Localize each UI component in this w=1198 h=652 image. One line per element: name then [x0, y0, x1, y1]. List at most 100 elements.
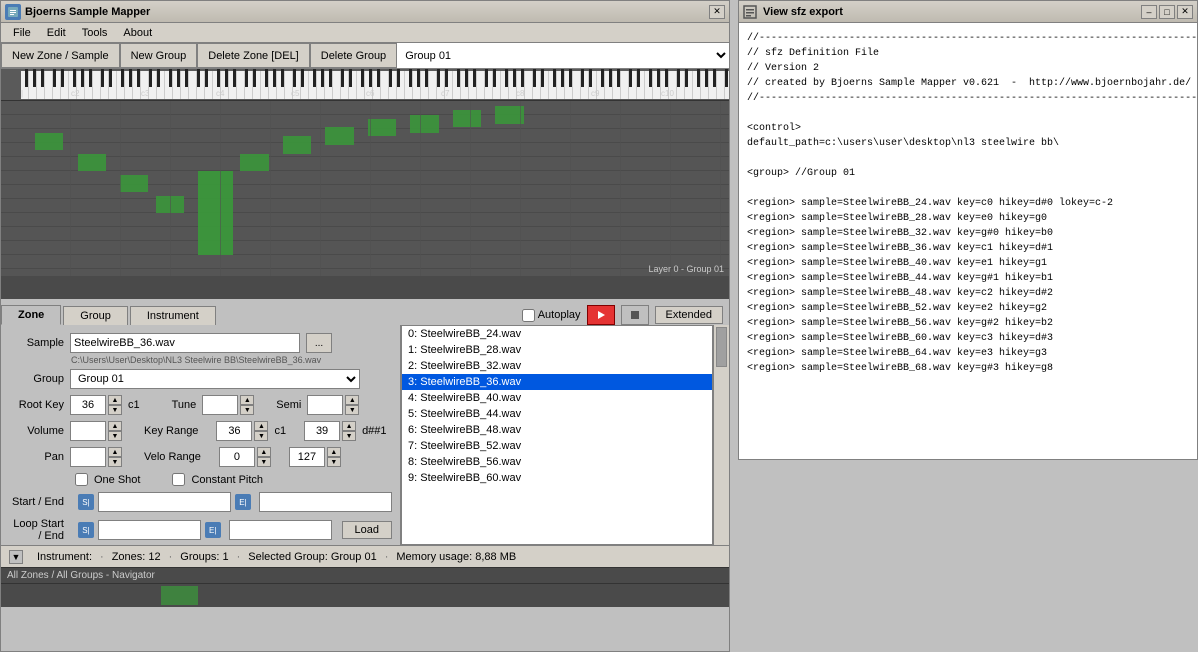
pan-spinbtns: ▲ ▼	[108, 447, 122, 467]
start-icon[interactable]: S|	[78, 494, 94, 510]
volume-up[interactable]: ▲	[108, 421, 122, 431]
stop-button[interactable]	[621, 305, 649, 325]
velo-to-down[interactable]: ▼	[327, 457, 341, 467]
end-input[interactable]	[259, 492, 392, 512]
start-end-section: Start / End S| E| Loop Start / End S| E|…	[9, 492, 392, 542]
constant-pitch-checkbox[interactable]	[172, 473, 185, 486]
sample-item[interactable]: 4: SteelwireBB_40.wav	[402, 390, 712, 406]
velo-from-up[interactable]: ▲	[257, 447, 271, 457]
loop-start-icon[interactable]: S|	[78, 522, 94, 538]
root-key-input[interactable]	[70, 395, 106, 415]
extended-button[interactable]: Extended	[655, 306, 723, 324]
sfz-minimize-button[interactable]: –	[1141, 5, 1157, 19]
root-key-note: c1	[128, 399, 140, 411]
tab-bar: Zone Group Instrument Autoplay Extended	[1, 299, 729, 325]
autoplay-label: Autoplay	[538, 309, 581, 321]
navigator-content[interactable]	[1, 584, 729, 607]
velo-from-down[interactable]: ▼	[257, 457, 271, 467]
sample-browse-button[interactable]: ...	[306, 333, 332, 353]
zone-grid[interactable]: Layer 0 - Group 01	[1, 101, 729, 276]
app-title: Bjoerns Sample Mapper	[25, 6, 709, 18]
loop-end-input[interactable]	[229, 520, 332, 540]
sample-item[interactable]: 9: SteelwireBB_60.wav	[402, 470, 712, 486]
autoplay-checkbox[interactable]	[522, 309, 535, 322]
new-zone-button[interactable]: New Zone / Sample	[1, 43, 120, 68]
menu-tools[interactable]: Tools	[74, 25, 116, 41]
group-row: Group Group 01	[9, 369, 392, 389]
semi-up[interactable]: ▲	[345, 395, 359, 405]
delete-zone-button[interactable]: Delete Zone [DEL]	[197, 43, 310, 68]
tune-up[interactable]: ▲	[240, 395, 254, 405]
play-button[interactable]	[587, 305, 615, 325]
end-icon[interactable]: E|	[235, 494, 251, 510]
sfz-window-controls: – □ ✕	[1141, 5, 1193, 19]
delete-group-button[interactable]: Delete Group	[310, 43, 397, 68]
volume-spinner: ▲ ▼	[70, 421, 122, 441]
new-group-button[interactable]: New Group	[120, 43, 198, 68]
pan-spinner: ▲ ▼	[70, 447, 122, 467]
tab-instrument[interactable]: Instrument	[130, 306, 216, 325]
sample-scrollbar[interactable]	[713, 325, 729, 545]
tab-group[interactable]: Group	[63, 306, 128, 325]
pan-label: Pan	[9, 451, 64, 463]
semi-down[interactable]: ▼	[345, 405, 359, 415]
velo-to-up[interactable]: ▲	[327, 447, 341, 457]
tune-input[interactable]	[202, 395, 238, 415]
pan-down[interactable]: ▼	[108, 457, 122, 467]
volume-input[interactable]	[70, 421, 106, 441]
loop-start-input[interactable]	[98, 520, 201, 540]
volume-spinbtns: ▲ ▼	[108, 421, 122, 441]
one-shot-checkbox[interactable]	[75, 473, 88, 486]
loop-end-icon[interactable]: E|	[205, 522, 221, 538]
sample-item[interactable]: 0: SteelwireBB_24.wav	[402, 326, 712, 342]
velo-to-input[interactable]	[289, 447, 325, 467]
sample-item[interactable]: 3: SteelwireBB_36.wav	[402, 374, 712, 390]
key-range-to-down[interactable]: ▼	[342, 431, 356, 441]
sample-item[interactable]: 5: SteelwireBB_44.wav	[402, 406, 712, 422]
pan-velo-row: Pan ▲ ▼ Velo Range ▲ ▼	[9, 447, 392, 467]
close-button[interactable]: ✕	[709, 5, 725, 19]
key-range-from-up[interactable]: ▲	[254, 421, 268, 431]
sfz-maximize-button[interactable]: □	[1159, 5, 1175, 19]
velo-from-input[interactable]	[219, 447, 255, 467]
key-range-to-up[interactable]: ▲	[342, 421, 356, 431]
start-input[interactable]	[98, 492, 231, 512]
root-key-up[interactable]: ▲	[108, 395, 122, 405]
key-range-to-input[interactable]	[304, 421, 340, 441]
group-select[interactable]: Group 01	[397, 43, 729, 68]
sample-item[interactable]: 2: SteelwireBB_32.wav	[402, 358, 712, 374]
status-bar: ▼ Instrument: · Zones: 12 · Groups: 1 · …	[1, 545, 729, 567]
sample-item[interactable]: 8: SteelwireBB_56.wav	[402, 454, 712, 470]
key-range-from-input[interactable]	[216, 421, 252, 441]
collapse-button[interactable]: ▼	[9, 550, 23, 564]
sample-list[interactable]: 0: SteelwireBB_24.wav1: SteelwireBB_28.w…	[401, 325, 713, 545]
sfz-close-button[interactable]: ✕	[1177, 5, 1193, 19]
sample-input[interactable]	[70, 333, 300, 353]
volume-label: Volume	[9, 425, 64, 437]
zone-properties: Sample ... C:\Users\User\Desktop\NL3 Ste…	[1, 325, 401, 545]
title-bar: Bjoerns Sample Mapper ✕	[1, 1, 729, 23]
sfz-content[interactable]: //--------------------------------------…	[739, 23, 1197, 459]
semi-input[interactable]	[307, 395, 343, 415]
menu-about[interactable]: About	[115, 25, 160, 41]
semi-label: Semi	[276, 399, 301, 411]
group-select-prop[interactable]: Group 01	[70, 369, 360, 389]
semi-spinbtns: ▲ ▼	[345, 395, 359, 415]
sample-list-panel: 0: SteelwireBB_24.wav1: SteelwireBB_28.w…	[401, 325, 729, 545]
sample-item[interactable]: 7: SteelwireBB_52.wav	[402, 438, 712, 454]
volume-keyrange-row: Volume ▲ ▼ Key Range ▲ ▼	[9, 421, 392, 441]
root-key-label: Root Key	[9, 399, 64, 411]
menu-edit[interactable]: Edit	[39, 25, 74, 41]
tune-down[interactable]: ▼	[240, 405, 254, 415]
start-end-row: Start / End S| E|	[9, 492, 392, 512]
sample-item[interactable]: 6: SteelwireBB_48.wav	[402, 422, 712, 438]
root-key-down[interactable]: ▼	[108, 405, 122, 415]
key-range-from-down[interactable]: ▼	[254, 431, 268, 441]
volume-down[interactable]: ▼	[108, 431, 122, 441]
sample-item[interactable]: 1: SteelwireBB_28.wav	[402, 342, 712, 358]
menu-file[interactable]: File	[5, 25, 39, 41]
load-button[interactable]: Load	[342, 521, 392, 539]
pan-up[interactable]: ▲	[108, 447, 122, 457]
tab-zone[interactable]: Zone	[1, 305, 61, 325]
pan-input[interactable]	[70, 447, 106, 467]
